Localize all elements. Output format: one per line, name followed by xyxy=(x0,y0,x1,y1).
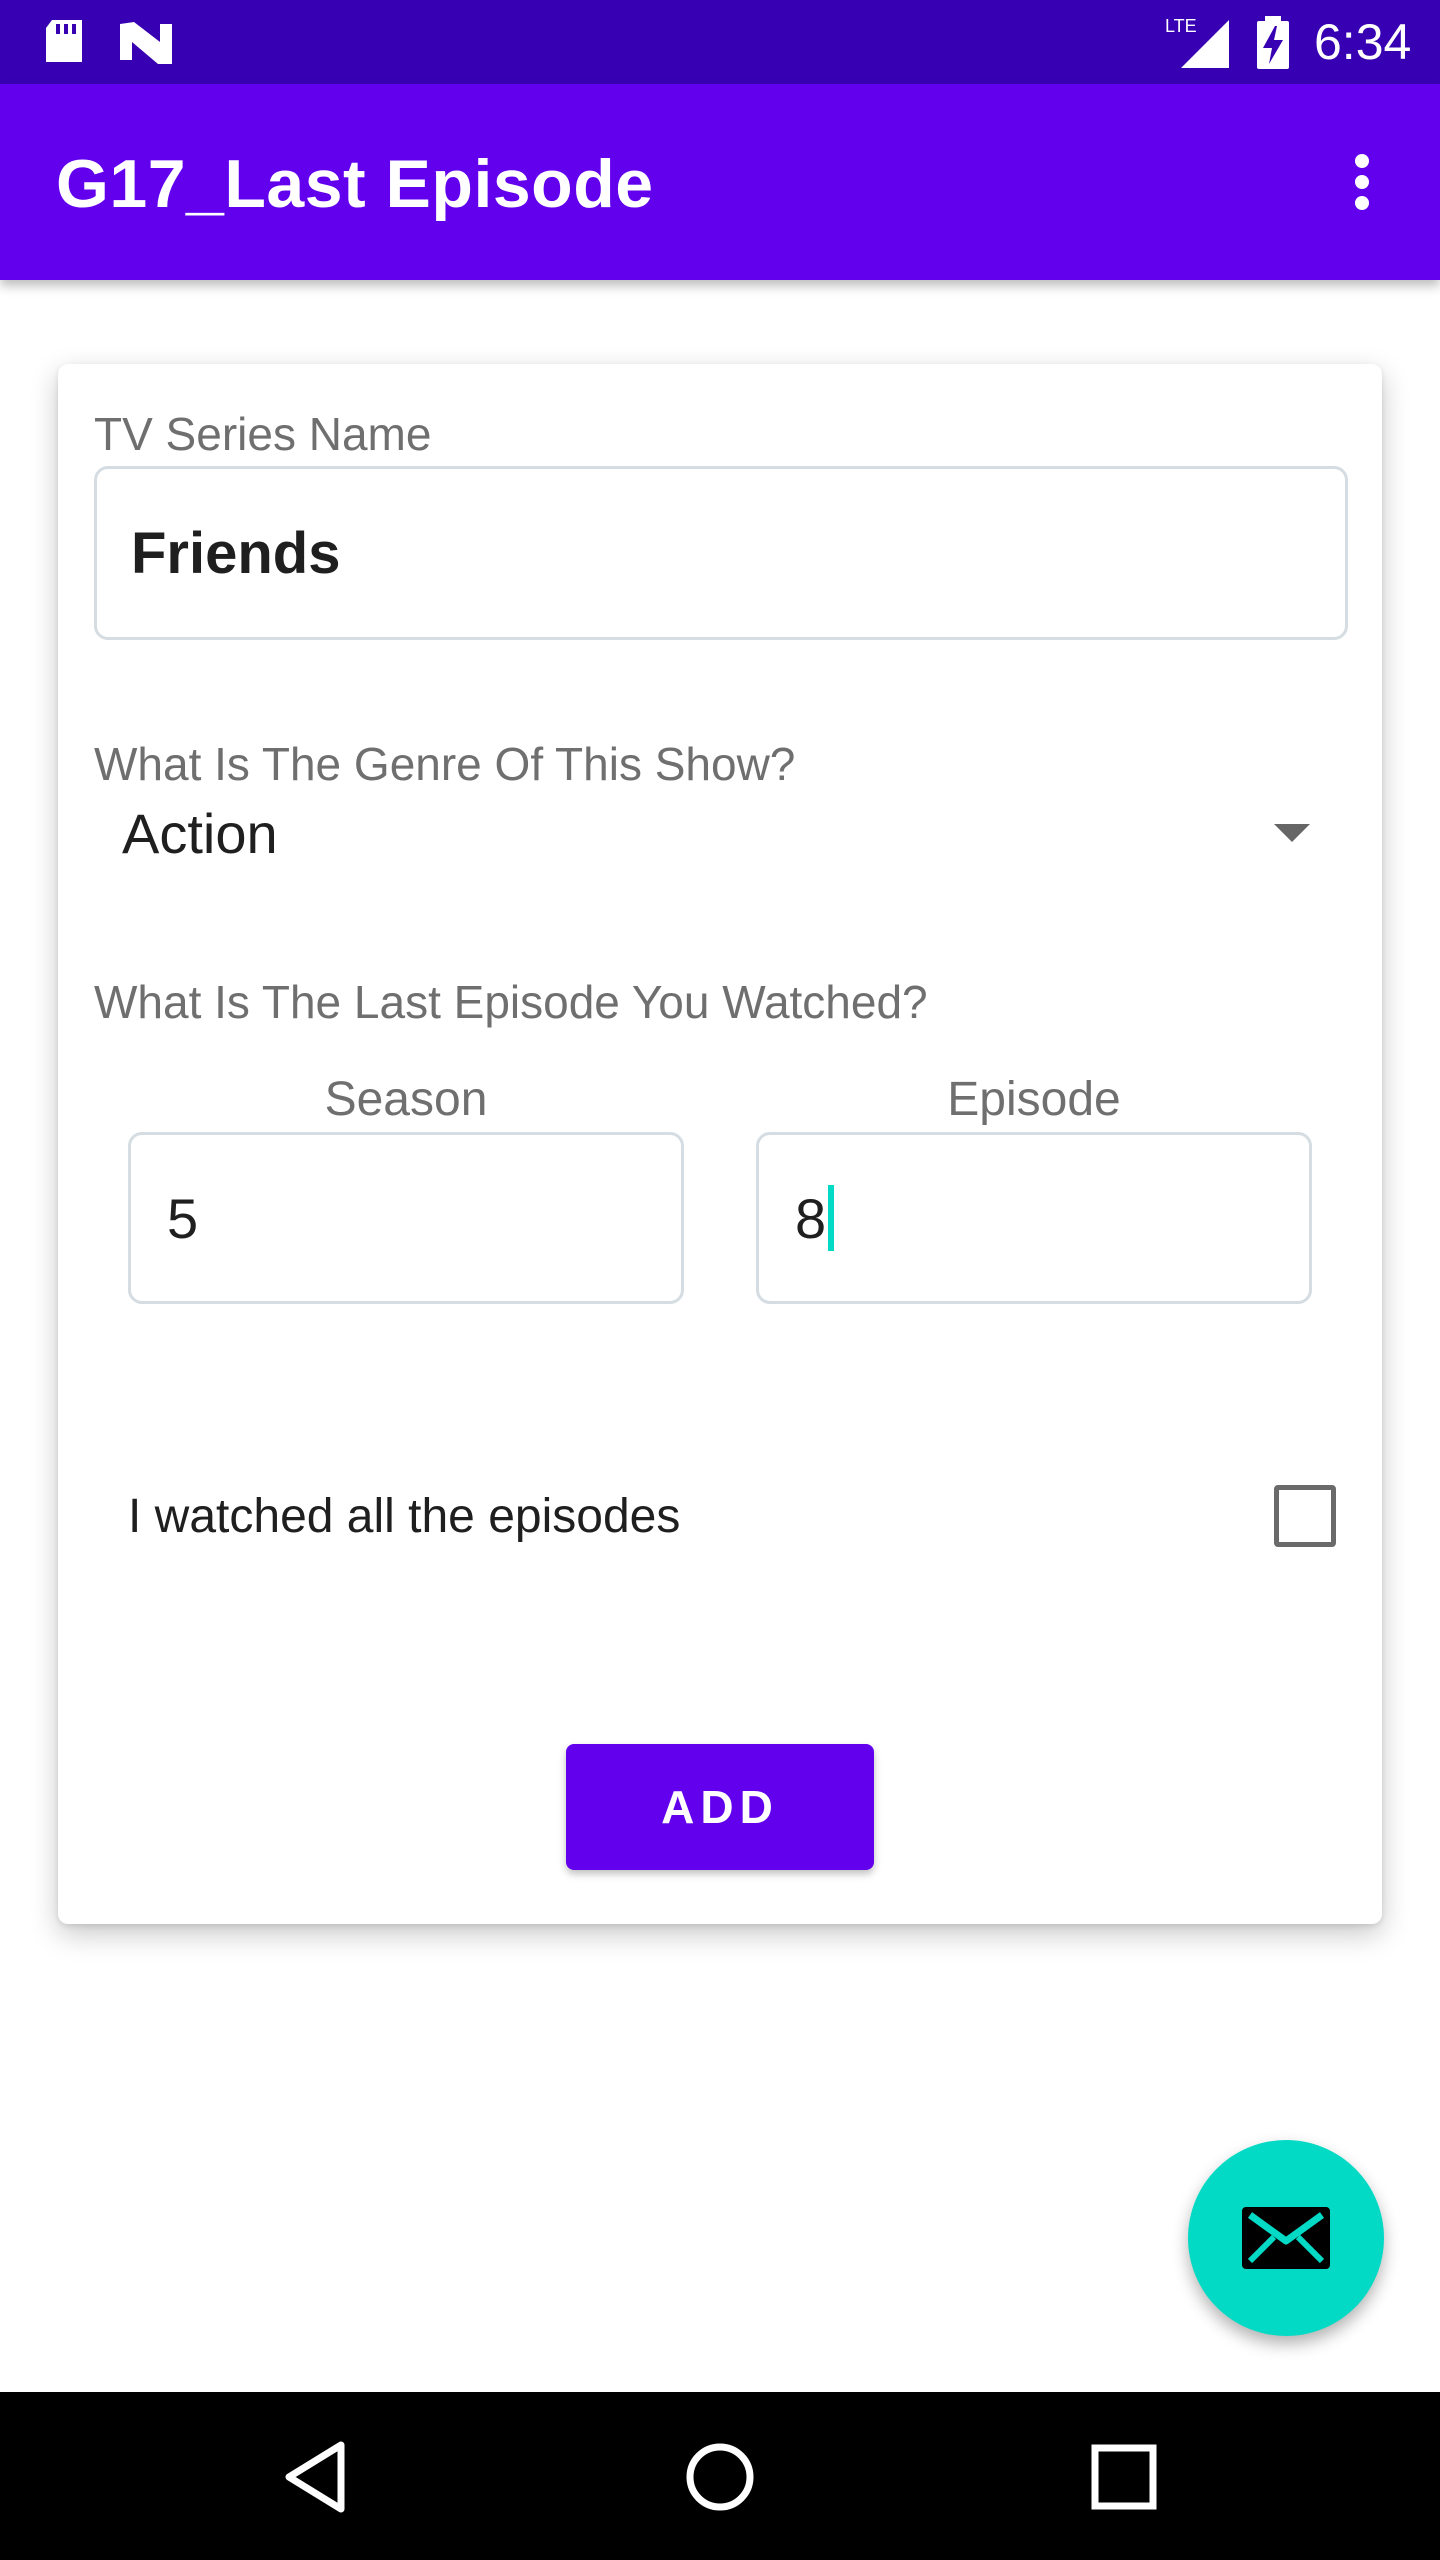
more-vert-icon[interactable] xyxy=(1326,142,1398,222)
email-fab[interactable] xyxy=(1188,2140,1384,2336)
n-icon xyxy=(118,20,174,69)
watched-all-checkbox[interactable] xyxy=(1274,1485,1336,1547)
email-icon xyxy=(1242,2207,1330,2269)
lte-signal-icon: LTE xyxy=(1163,14,1233,75)
screen: LTE 6:34 G17_Last Episode TV Series Name… xyxy=(0,0,1440,2560)
genre-dropdown[interactable]: Action xyxy=(122,788,1362,878)
episode-value: 8 xyxy=(795,1186,827,1250)
clock: 6:34 xyxy=(1314,14,1412,70)
recents-icon xyxy=(1091,2444,1157,2510)
text-cursor xyxy=(828,1185,835,1251)
series-name-label: TV Series Name xyxy=(94,408,432,460)
nav-bar xyxy=(0,2392,1440,2560)
sd-card-icon xyxy=(42,18,86,71)
recents-button[interactable] xyxy=(1074,2432,1174,2522)
watched-all-row[interactable]: I watched all the episodes xyxy=(128,1466,1352,1566)
season-value: 5 xyxy=(167,1186,199,1250)
home-button[interactable] xyxy=(670,2432,770,2522)
genre-label: What Is The Genre Of This Show? xyxy=(94,738,796,790)
season-input[interactable]: 5 xyxy=(128,1132,684,1304)
form-card: TV Series Name Friends What Is The Genre… xyxy=(58,364,1382,1924)
status-bar: LTE 6:34 xyxy=(0,0,1440,84)
back-button[interactable] xyxy=(266,2432,366,2522)
watched-all-label: I watched all the episodes xyxy=(128,1489,681,1543)
home-icon xyxy=(686,2443,754,2511)
menu-dot xyxy=(1355,154,1369,168)
menu-dot xyxy=(1355,196,1369,210)
add-button[interactable]: ADD xyxy=(566,1744,874,1870)
app-bar: G17_Last Episode xyxy=(0,84,1440,280)
app-title: G17_Last Episode xyxy=(56,146,654,222)
series-name-input[interactable]: Friends xyxy=(94,466,1348,640)
menu-dot xyxy=(1355,175,1369,189)
series-name-value: Friends xyxy=(131,520,341,586)
season-label: Season xyxy=(324,1073,488,1126)
last-episode-label: What Is The Last Episode You Watched? xyxy=(94,976,928,1028)
back-icon xyxy=(285,2441,345,2513)
lte-label: LTE xyxy=(1165,16,1197,36)
episode-label: Episode xyxy=(947,1073,1121,1126)
episode-input[interactable]: 8 xyxy=(756,1132,1312,1304)
battery-charging-icon xyxy=(1255,16,1291,75)
dropdown-arrow-icon xyxy=(1274,824,1310,842)
genre-value: Action xyxy=(122,801,278,865)
